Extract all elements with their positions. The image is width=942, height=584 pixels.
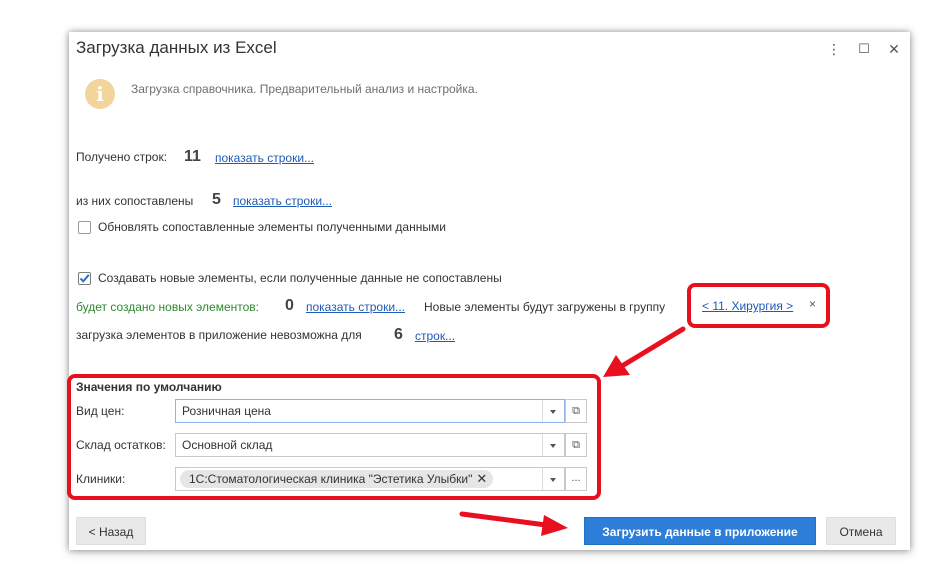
matched-rows-label: из них сопоставлены [76,194,194,208]
info-message: Загрузка справочника. Предварительный ан… [131,82,478,96]
show-impossible-rows-link[interactable]: строк... [415,329,455,343]
price-type-label: Вид цен: [76,404,125,418]
clinics-label: Клиники: [76,472,126,486]
remove-tag-icon[interactable]: ✕ [476,471,487,486]
cancel-button[interactable]: Отмена [826,517,896,545]
warehouse-field[interactable]: Основной склад [175,433,565,457]
price-type-value: Розничная цена [182,404,271,418]
warehouse-open-icon[interactable]: ⧉ [565,433,587,457]
warehouse-value: Основной склад [182,438,273,452]
show-matched-rows-link[interactable]: показать строки... [233,194,332,208]
create-new-checkbox[interactable] [78,272,91,285]
close-icon[interactable]: ✕ [885,40,903,58]
target-group-link[interactable]: < 11. Хирургия > [696,296,799,316]
create-new-label[interactable]: Создавать новые элементы, если полученны… [98,271,502,285]
new-elements-label: будет создано новых элементов: [76,300,260,314]
warehouse-dropdown-icon[interactable] [542,434,564,456]
dialog-title: Загрузка данных из Excel [76,38,277,57]
checkmark-icon [79,274,90,283]
group-info-text: Новые элементы будут загружены в группу [424,300,666,314]
clinics-select-button[interactable]: ... [565,467,587,491]
load-data-button[interactable]: Загрузить данные в приложение [584,517,816,545]
back-button[interactable]: < Назад [76,517,146,545]
update-matched-label[interactable]: Обновлять сопоставленные элементы получе… [98,220,446,234]
received-rows-label: Получено строк: [76,150,168,164]
clinic-tag-label: 1С:Стоматологическая клиника "Эстетика У… [189,472,473,486]
info-icon: i [85,79,115,109]
new-elements-count: 0 [285,297,294,314]
import-dialog: Загрузка данных из Excel ⋮ ☐ ✕ i Загрузк… [69,32,910,550]
price-type-open-icon[interactable]: ⧉ [565,399,587,423]
show-received-rows-link[interactable]: показать строки... [215,151,314,165]
received-rows-count: 11 [184,148,201,165]
impossible-label: загрузка элементов в приложение невозмож… [76,328,362,342]
show-new-rows-link[interactable]: показать строки... [306,300,405,314]
clinic-tag: 1С:Стоматологическая клиника "Эстетика У… [180,470,494,488]
maximize-icon[interactable]: ☐ [855,40,873,58]
price-type-dropdown-icon[interactable] [542,400,564,422]
price-type-field[interactable]: Розничная цена [175,399,565,423]
clinics-field[interactable]: 1С:Стоматологическая клиника "Эстетика У… [175,467,565,491]
defaults-section-title: Значения по умолчанию [76,380,222,394]
more-menu-icon[interactable]: ⋮ [825,40,843,58]
update-matched-checkbox[interactable] [78,221,91,234]
clinics-dropdown-icon[interactable] [542,468,564,490]
matched-rows-count: 5 [212,191,221,208]
warehouse-label: Склад остатков: [76,438,166,452]
impossible-count: 6 [394,326,403,343]
clear-group-icon[interactable]: × [809,297,816,311]
